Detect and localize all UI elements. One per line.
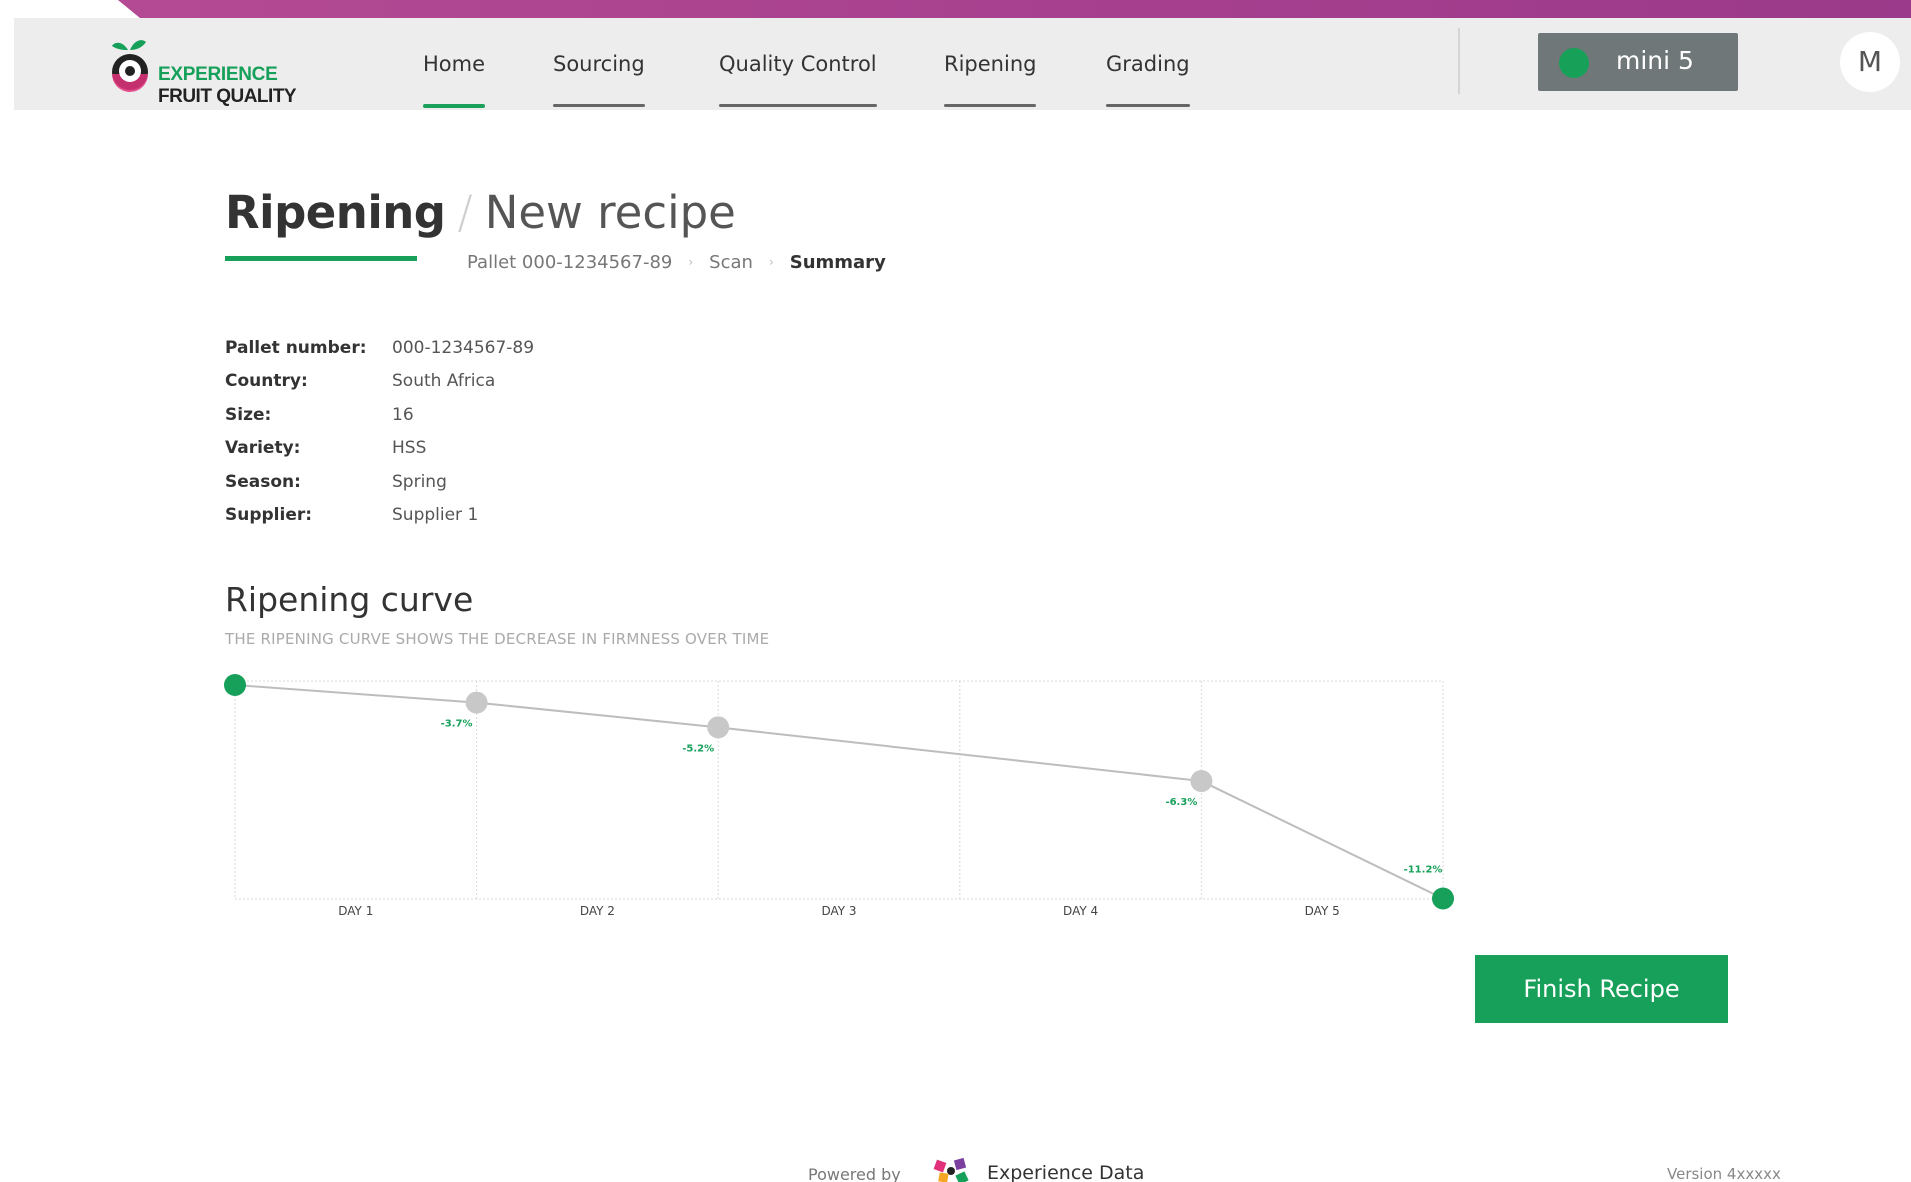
x-tick-label: DAY 2 (580, 904, 615, 918)
detail-label: Season: (225, 471, 301, 492)
top-accent-strip (0, 0, 1911, 18)
detail-value: 000-1234567-89 (392, 338, 535, 358)
ripening-curve-subtitle: THE RIPENING CURVE SHOWS THE DECREASE IN… (225, 630, 770, 648)
data-point (1432, 887, 1454, 910)
chart-ticks: DAY 1 DAY 2 DAY 3 DAY 4 DAY 5 (338, 904, 1339, 918)
nav-quality-control-underline (719, 104, 877, 107)
x-tick-label: DAY 1 (338, 904, 373, 918)
detail-label: Variety: (225, 438, 301, 459)
nav-ripening-label: Ripening (944, 52, 1037, 76)
nav-grading[interactable]: Grading (1106, 52, 1190, 107)
page-title: Ripening / New recipe (225, 186, 736, 239)
data-point (465, 691, 488, 714)
detail-row-size: Size: 16 (225, 405, 825, 438)
ripening-curve-chart: -3.7%-5.2%-6.3%-11.2% DAY 1 DAY 2 DAY 3 DAY… (224, 674, 1454, 918)
detail-row-country: Country: South Africa (225, 371, 825, 404)
detail-value: South Africa (392, 371, 496, 392)
detail-label: Supplier: (225, 504, 313, 525)
detail-value: Spring (392, 471, 447, 492)
header-divider (1458, 28, 1460, 94)
series-segment (234, 684, 477, 704)
page-title-underline (225, 256, 417, 261)
nav-grading-underline (1106, 104, 1190, 107)
nav-quality-control[interactable]: Quality Control (719, 52, 877, 107)
detail-row-supplier: Supplier: Supplier 1 (225, 505, 825, 538)
x-tick-label: DAY 3 (821, 904, 856, 918)
nav-home[interactable]: Home (423, 52, 486, 108)
detail-label: Size: (225, 404, 272, 425)
brand-line-1: EXPERIENCE (158, 64, 278, 85)
detail-value: HSS (392, 438, 427, 459)
x-tick-label: DAY 4 (1063, 904, 1098, 918)
device-selector-button[interactable]: mini 5 (1538, 33, 1738, 91)
data-label: -11.2% (1404, 865, 1443, 876)
detail-row-pallet-number: Pallet number: 000-1234567-89 (225, 338, 825, 371)
ripening-curve-title: Ripening curve (225, 580, 474, 619)
device-label: mini 5 (1616, 46, 1694, 75)
brand-logo[interactable]: EXPERIENCE FRUIT QUALITY (108, 34, 328, 107)
nav-quality-control-label: Quality Control (719, 52, 877, 76)
nav-sourcing-label: Sourcing (553, 52, 645, 76)
breadcrumb-pallet[interactable]: Pallet 000-1234567-89 (467, 252, 672, 273)
data-point (1190, 770, 1213, 793)
brand-line-2: FRUIT QUALITY (158, 86, 297, 107)
page-title-main: Ripening (225, 186, 446, 239)
chart-lines (234, 684, 1444, 900)
breadcrumb-summary: Summary (789, 252, 886, 273)
chevron-right-icon: › (768, 255, 774, 269)
app-header: EXPERIENCE FRUIT QUALITY Home Sourcing Q… (14, 18, 1911, 110)
nav-grading-label: Grading (1106, 52, 1190, 76)
series-segment (1200, 780, 1444, 900)
experience-data-label: Experience Data (987, 1162, 1145, 1182)
nav-home-underline (423, 104, 486, 108)
detail-label: Country: (225, 371, 308, 392)
data-point (224, 674, 246, 696)
nav-home-label: Home (423, 52, 486, 76)
nav-ripening[interactable]: Ripening (944, 52, 1037, 107)
data-label: -3.7% (441, 719, 473, 730)
x-tick-label: DAY 5 (1305, 904, 1340, 918)
nav-sourcing-underline (553, 104, 645, 107)
user-avatar[interactable]: M (1840, 32, 1900, 92)
detail-label: Pallet number: (225, 338, 367, 358)
breadcrumb: Pallet 000-1234567-89 › Scan › Summary (467, 252, 886, 273)
detail-row-season: Season: Spring (225, 472, 825, 505)
pallet-details: Pallet number: 000-1234567-89 Country: S… (225, 338, 825, 538)
data-label: -6.3% (1165, 797, 1197, 808)
chevron-right-icon: › (688, 255, 694, 269)
title-separator: / (457, 186, 473, 239)
breadcrumb-scan[interactable]: Scan (709, 252, 753, 273)
series-segment (476, 701, 719, 729)
chart-labels: -3.7% -5.2% -6.3% -11.2% (441, 719, 1443, 876)
powered-by-label: Powered by (808, 1165, 901, 1182)
detail-value: Supplier 1 (392, 504, 479, 525)
finish-recipe-button[interactable]: Finish Recipe (1475, 955, 1728, 1023)
data-point (707, 716, 730, 739)
chart-plot-border (234, 680, 1444, 900)
version-label: Version 4xxxxx (1667, 1165, 1781, 1182)
chart-grid (234, 680, 1444, 900)
nav-ripening-underline (944, 104, 1037, 107)
detail-value: 16 (392, 404, 414, 425)
nav-sourcing[interactable]: Sourcing (553, 52, 645, 107)
fruit-eye-icon (112, 40, 148, 92)
experience-data-logo-icon (933, 1157, 969, 1182)
data-label: -5.2% (682, 743, 714, 754)
chart-points (224, 674, 1454, 910)
device-status-dot (1559, 48, 1589, 78)
page-title-sub: New recipe (484, 186, 736, 239)
detail-row-variety: Variety: HSS (225, 438, 825, 471)
